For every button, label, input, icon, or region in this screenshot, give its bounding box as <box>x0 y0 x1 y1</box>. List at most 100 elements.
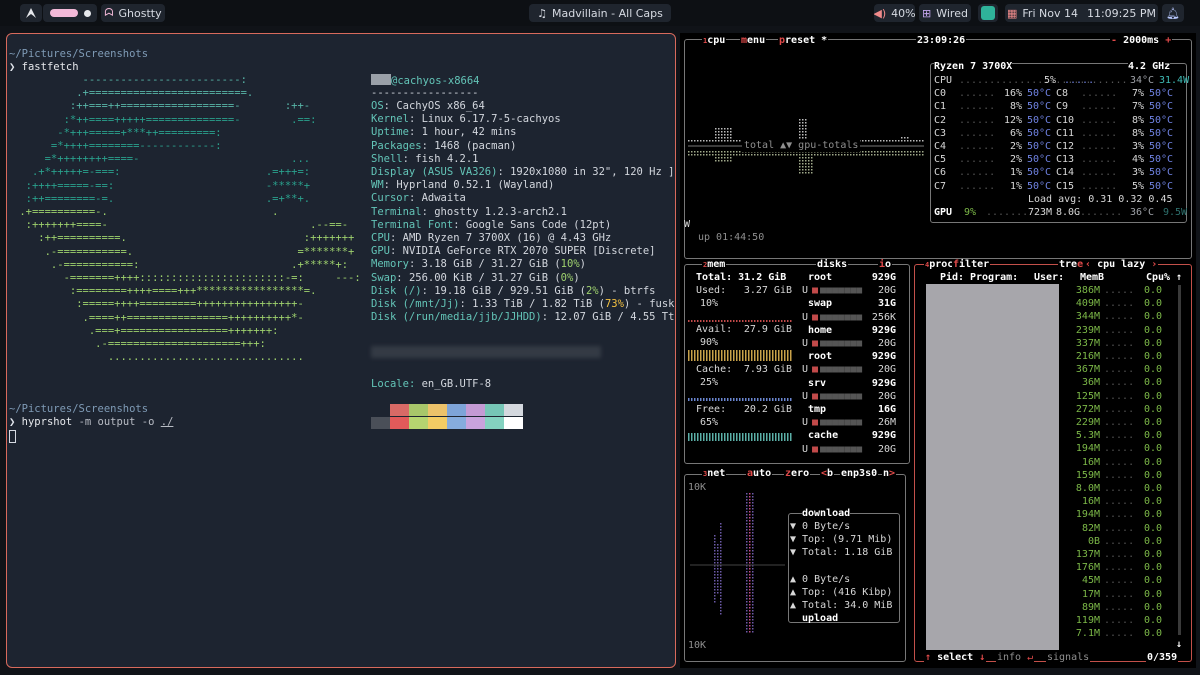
gpu-graph-dot <box>799 160 801 162</box>
proc-box-title[interactable]: 4proc <box>924 259 955 271</box>
active-window[interactable]: ᗣ Ghostty <box>101 4 165 22</box>
info-row: OS: CachyOS x86_64 <box>371 100 485 112</box>
gpu-graph-dot <box>895 154 897 156</box>
cpu-core-name: C11 <box>1056 127 1075 139</box>
gpu-graph-dot <box>913 151 915 153</box>
disk-used: 20G <box>877 443 896 455</box>
palette-swatch <box>371 417 390 429</box>
disk-meter-empty: ■■■■■■■ <box>820 417 863 429</box>
cpu-graph-dot <box>730 134 732 136</box>
gpu-graph-dot <box>901 151 903 153</box>
cpu-graph-dot <box>862 140 864 142</box>
cpu-graph-dot <box>721 137 723 139</box>
net-graph-dot <box>752 625 754 627</box>
cpu-box-title[interactable]: 1cpu <box>702 35 727 47</box>
media-player[interactable]: ♫ Madvillain - All Caps <box>529 4 671 22</box>
col-mem[interactable]: MemB <box>1080 271 1104 284</box>
cpu-core-meter: ...... <box>959 101 996 113</box>
net-graph-dot <box>717 577 719 579</box>
workspace-active[interactable] <box>49 9 78 17</box>
network-icon: ⊞ <box>922 6 932 20</box>
proc-select-button[interactable]: ↑ select ↓ <box>924 652 987 664</box>
cpu-graph-dot <box>898 140 900 142</box>
proc-filter-button[interactable]: filter <box>952 259 991 271</box>
notifications-button[interactable]: 🔔︎ <box>1162 4 1184 22</box>
gpu-graph-dot <box>886 151 888 153</box>
network-widget[interactable]: ⊞ Wired <box>919 4 971 22</box>
net-graph-dot <box>749 583 751 585</box>
net-prev-iface[interactable]: <b <box>820 468 835 480</box>
tray-app[interactable] <box>978 4 998 22</box>
proc-tree-toggle[interactable]: tree <box>1058 259 1085 271</box>
col-cpu[interactable]: Cpu% <box>1146 271 1170 284</box>
bell-icon: 🔔︎ <box>1166 6 1180 20</box>
calendar-icon: ▦ <box>1006 6 1018 20</box>
col-user[interactable]: User: <box>1034 271 1064 284</box>
net-zero-toggle[interactable]: zero <box>784 468 811 480</box>
gpu-graph-dot <box>724 151 726 153</box>
proc-cpu-meter: ..... <box>1104 337 1135 349</box>
proc-cpu-meter: ..... <box>1104 509 1135 521</box>
cpu-total-watt: 31.4W <box>1159 75 1190 86</box>
net-next-iface[interactable]: n> <box>882 468 897 480</box>
top-bar: ᗣ Ghostty ♫ Madvillain - All Caps ◀) 40%… <box>0 0 1200 26</box>
palette-swatch <box>428 404 447 416</box>
gpu-graph-dot <box>769 154 771 156</box>
net-graph-dot <box>749 598 751 600</box>
download-label: download <box>802 507 851 521</box>
cpu-menu-button[interactable]: menu <box>740 35 767 47</box>
cpu-graph-dot <box>799 122 801 124</box>
cpu-core-name: C0 <box>934 88 947 100</box>
proc-mem: 159M <box>1075 469 1100 481</box>
info-row: Disk (/mnt/Jj): 1.33 TiB / 1.82 TiB (73%… <box>371 298 675 310</box>
net-graph-dot <box>746 529 748 531</box>
gpu-graph-dot <box>859 154 861 156</box>
gpu-graph-dot <box>703 151 705 153</box>
col-pid[interactable]: Pid: <box>940 271 964 284</box>
gpu-graph-dot <box>721 154 723 156</box>
disks-title[interactable]: disks <box>816 259 849 271</box>
io-toggle[interactable]: io <box>878 259 893 271</box>
proc-scrollbar[interactable] <box>1178 285 1181 635</box>
mem-box-title[interactable]: 2mem <box>702 259 727 271</box>
cpu-core-pct: 1% <box>1009 167 1022 179</box>
proc-cpu: 0.0 <box>1144 430 1163 442</box>
net-graph-dot <box>749 625 751 627</box>
col-program[interactable]: Program: <box>970 271 1018 284</box>
gpu-graph-dot <box>805 157 807 159</box>
gpu-graph-dot <box>730 154 732 156</box>
net-box-title[interactable]: 3net <box>702 468 727 480</box>
cpu-preset-button[interactable]: preset * <box>778 35 829 47</box>
info-row: GPU: NVIDIA GeForce RTX 2070 SUPER [Disc… <box>371 245 656 258</box>
launcher-button[interactable] <box>20 4 42 22</box>
disk-size: 929G <box>871 272 896 283</box>
gpu-graph-dot <box>697 151 699 153</box>
mem-stat-label: Avail: <box>696 324 733 335</box>
disk-meter: ■ <box>812 417 819 429</box>
proc-cpu: 0.0 <box>1144 351 1163 362</box>
proc-cpu-meter: ..... <box>1104 562 1135 574</box>
cpu-clock: 23:09:26 <box>916 35 967 47</box>
workspace-indicator[interactable] <box>43 4 97 22</box>
cpu-core-meter: ...... <box>1081 167 1118 179</box>
net-graph-dot <box>752 526 754 528</box>
volume-widget[interactable]: ◀) 40% <box>874 4 915 22</box>
info-key: WM <box>371 179 384 192</box>
proc-signals-button[interactable]: signals <box>1046 652 1091 664</box>
clock-widget[interactable]: ▦ Fri Nov 14 11:09:25 PM <box>1005 4 1158 22</box>
btop-window[interactable]: 1cpu menu preset * 23:09:26 - 2000ms + t… <box>680 33 1196 668</box>
palette-swatch <box>466 404 485 416</box>
net-graph-dot <box>720 529 722 531</box>
net-graph-dot <box>752 541 754 543</box>
scroll-down-arrow[interactable]: ↓ <box>1176 638 1182 651</box>
workspace-dot[interactable] <box>83 9 91 17</box>
scroll-up-arrow[interactable]: ↑ <box>1176 271 1182 284</box>
proc-sort[interactable]: ‹ cpu lazy › <box>1084 259 1159 271</box>
terminal-window[interactable]: ~/Pictures/Screenshots ❯ fastfetch -----… <box>6 33 676 668</box>
gpu-graph-dot <box>808 157 810 159</box>
net-auto-toggle[interactable]: auto <box>746 468 773 480</box>
gpu-graph-dot <box>811 166 813 168</box>
disk-name: cache <box>808 430 839 442</box>
proc-info-button[interactable]: info ↵ <box>996 652 1035 664</box>
cpu-interval[interactable]: - 2000ms + <box>1110 35 1173 47</box>
